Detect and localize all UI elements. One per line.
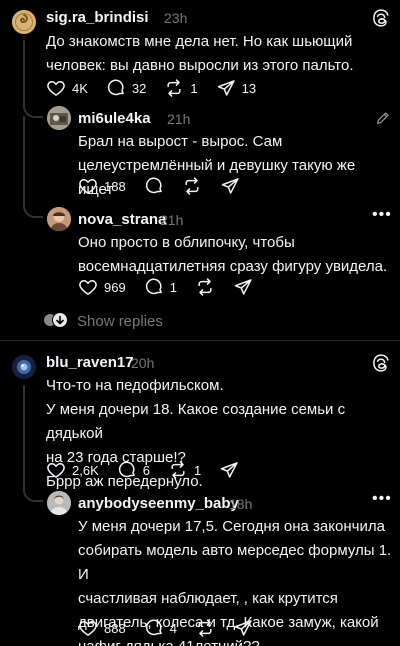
avatar[interactable] bbox=[12, 10, 36, 34]
avatar[interactable] bbox=[12, 355, 36, 379]
show-replies-label: Show replies bbox=[77, 312, 163, 330]
comment-button[interactable]: 1 bbox=[144, 277, 177, 297]
comment-count: 6 bbox=[142, 462, 150, 478]
reply-username[interactable]: nova_strana bbox=[78, 211, 166, 228]
reply-actions: 888 4 bbox=[78, 617, 271, 639]
comment-icon bbox=[144, 618, 164, 638]
heart-icon bbox=[78, 618, 98, 638]
comment-count: 4 bbox=[169, 620, 177, 636]
like-button[interactable]: 4K bbox=[46, 78, 88, 98]
post-username[interactable]: blu_raven17 bbox=[46, 354, 134, 371]
comment-button[interactable]: 4 bbox=[144, 618, 177, 638]
more-options-icon[interactable]: ••• bbox=[372, 206, 392, 224]
comment-button[interactable]: 6 bbox=[117, 460, 150, 480]
reply-time: 18h bbox=[229, 496, 253, 512]
thread-line bbox=[23, 198, 43, 218]
repost-button[interactable] bbox=[182, 176, 202, 196]
heart-icon bbox=[46, 460, 66, 480]
avatar[interactable] bbox=[47, 491, 71, 515]
repost-icon bbox=[182, 176, 202, 196]
reply-actions: 969 1 bbox=[78, 276, 271, 298]
reply-text: Оно просто в облипочку, чтобы восемнадца… bbox=[78, 234, 388, 275]
comment-count: 1 bbox=[169, 279, 177, 295]
repost-button[interactable]: 1 bbox=[164, 78, 198, 98]
comment-count: 32 bbox=[131, 80, 147, 96]
more-options-icon[interactable]: ••• bbox=[372, 490, 392, 508]
comment-button[interactable]: 32 bbox=[106, 78, 146, 98]
comment-icon bbox=[106, 78, 126, 98]
share-button[interactable] bbox=[220, 176, 240, 196]
share-button[interactable]: 13 bbox=[216, 78, 256, 98]
heart-icon bbox=[78, 176, 98, 196]
avatar[interactable] bbox=[47, 106, 71, 130]
like-button[interactable]: 969 bbox=[78, 277, 126, 297]
share-icon bbox=[216, 78, 236, 98]
repost-count: 1 bbox=[190, 80, 198, 96]
post-text: До знакомств мне дела нет. Но как шьющий… bbox=[46, 33, 354, 74]
chevron-down-icon bbox=[52, 312, 68, 328]
like-count: 2,6K bbox=[72, 462, 99, 478]
heart-icon bbox=[46, 78, 66, 98]
like-count: 969 bbox=[104, 279, 126, 295]
comment-icon bbox=[144, 277, 164, 297]
post-username[interactable]: sig.ra_brindisi bbox=[46, 9, 149, 26]
repost-button[interactable] bbox=[195, 618, 215, 638]
repost-icon bbox=[195, 618, 215, 638]
comment-icon bbox=[144, 176, 164, 196]
like-button[interactable]: 888 bbox=[78, 618, 126, 638]
reply-avatars bbox=[43, 312, 69, 330]
thread-line bbox=[23, 100, 43, 118]
heart-icon bbox=[78, 277, 98, 297]
like-count: 4K bbox=[72, 80, 88, 96]
reply-time: 21h bbox=[167, 111, 191, 127]
like-button[interactable]: 188 bbox=[78, 176, 126, 196]
reply-username[interactable]: mi6ule4ka bbox=[78, 110, 151, 127]
thread-line bbox=[23, 482, 43, 502]
repost-button[interactable] bbox=[195, 277, 215, 297]
reply-username[interactable]: anybodyseenmy_baby bbox=[78, 495, 239, 512]
post-time: 20h bbox=[131, 355, 155, 371]
share-icon bbox=[233, 277, 253, 297]
thread-line bbox=[23, 385, 25, 485]
share-button[interactable] bbox=[233, 618, 253, 638]
threads-logo-icon bbox=[372, 9, 390, 32]
show-replies-button[interactable]: Show replies bbox=[43, 312, 163, 330]
share-button[interactable] bbox=[233, 277, 253, 297]
repost-icon bbox=[168, 460, 188, 480]
pencil-icon[interactable] bbox=[375, 110, 391, 131]
repost-icon bbox=[195, 277, 215, 297]
thread-line bbox=[23, 40, 25, 102]
like-count: 888 bbox=[104, 620, 126, 636]
repost-button[interactable]: 1 bbox=[168, 460, 201, 480]
repost-icon bbox=[164, 78, 184, 98]
share-icon bbox=[219, 460, 239, 480]
share-button[interactable] bbox=[219, 460, 239, 480]
like-button[interactable]: 2,6K bbox=[46, 460, 99, 480]
thread-divider bbox=[0, 340, 400, 341]
like-count: 188 bbox=[104, 178, 126, 194]
post-actions: 4K 32 1 13 bbox=[46, 77, 274, 99]
avatar[interactable] bbox=[47, 207, 71, 231]
reply-time: 21h bbox=[160, 212, 184, 228]
share-icon bbox=[220, 176, 240, 196]
comment-button[interactable] bbox=[144, 176, 164, 196]
repost-count: 1 bbox=[193, 462, 202, 478]
comment-icon bbox=[117, 460, 137, 480]
thread-line bbox=[23, 116, 25, 206]
share-count: 13 bbox=[241, 80, 257, 96]
post-time: 23h bbox=[164, 10, 188, 26]
post-actions: 2,6K 6 1 bbox=[46, 459, 257, 481]
share-icon bbox=[233, 618, 253, 638]
reply-actions: 188 bbox=[78, 175, 258, 197]
